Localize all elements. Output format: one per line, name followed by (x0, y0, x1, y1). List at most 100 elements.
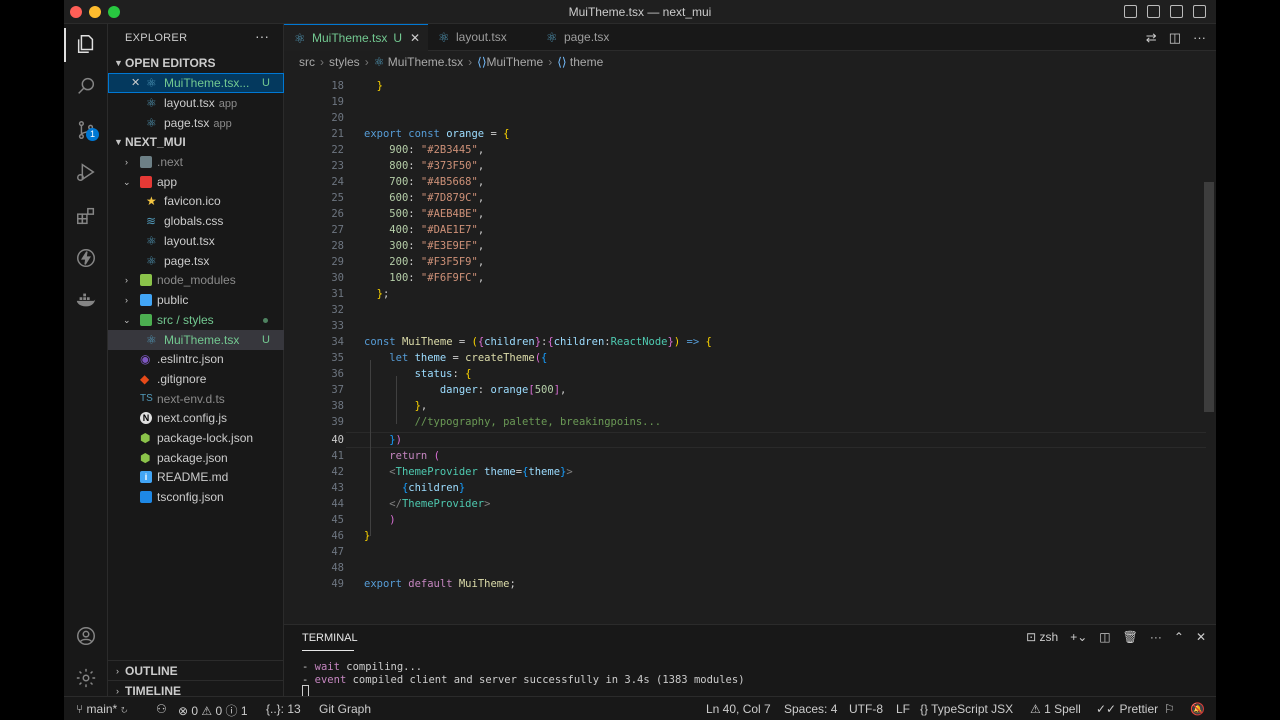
open-editor-item-muitheme[interactable]: ✕ ⚛ MuiTheme.tsx... U (108, 73, 284, 93)
tree-item-eslintrc[interactable]: ◉ .eslintrc.json (108, 349, 284, 369)
docker-icon[interactable] (72, 286, 100, 314)
run-debug-icon[interactable] (72, 158, 100, 186)
tab-muitheme[interactable]: ⚛ MuiTheme.tsx U ✕ (284, 24, 428, 51)
tree-item-package-json[interactable]: ⬢ package.json (108, 448, 284, 468)
editor-scrollbar[interactable] (1204, 182, 1214, 412)
breadcrumb-file[interactable]: MuiTheme.tsx (388, 55, 463, 69)
line-number-current: 40 (331, 434, 344, 446)
react-file-icon: ⚛ (146, 333, 157, 347)
tree-item-muitheme[interactable]: ⚛ MuiTheme.tsx U (108, 330, 284, 350)
tree-item-next-env[interactable]: TS next-env.d.ts (108, 389, 284, 409)
toggle-panel-icon[interactable] (1147, 5, 1160, 18)
outline-section[interactable]: › OUTLINE (108, 660, 284, 680)
line-number: 34 (331, 336, 344, 348)
code-editor[interactable]: 18 19 20 21 22 23 24 25 26 27 28 29 30 3… (284, 72, 1216, 624)
tree-item-app[interactable]: ⌄ app (108, 172, 284, 192)
breadcrumb-styles[interactable]: styles (329, 55, 360, 69)
open-changes-icon[interactable]: ⇄ (1146, 30, 1157, 46)
thunder-icon[interactable] (72, 244, 100, 272)
search-icon[interactable] (72, 72, 100, 100)
chevron-right-icon: › (116, 666, 119, 676)
toggle-secondary-sidebar-icon[interactable] (1170, 5, 1183, 18)
close-panel-icon[interactable]: ✕ (1196, 630, 1206, 644)
more-actions-icon[interactable]: ··· (1193, 30, 1206, 46)
prettier-status[interactable]: ✓✓ Prettier (1096, 702, 1158, 716)
tree-item-layout[interactable]: ⚛ layout.tsx (108, 231, 284, 251)
trash-icon[interactable]: 🗑 (1123, 630, 1138, 644)
branch-status[interactable]: ⑂ main* ↻ (76, 702, 128, 716)
split-terminal-icon[interactable]: ◫ (1099, 630, 1110, 644)
line-number: 33 (331, 320, 344, 332)
customize-layout-icon[interactable] (1193, 5, 1206, 18)
open-editor-item-page[interactable]: ⚛ page.tsx app (108, 113, 284, 133)
more-actions-icon[interactable]: ··· (1150, 630, 1162, 644)
tab-layout[interactable]: ⚛ layout.tsx (428, 24, 536, 51)
code-line: </ThemeProvider> (389, 498, 491, 510)
tree-item-public[interactable]: › public (108, 290, 284, 310)
untracked-badge: U (262, 334, 270, 346)
open-editors-section[interactable]: ▼ OPEN EDITORS (108, 53, 284, 73)
cursor-position[interactable]: Ln 40, Col 7 (706, 702, 771, 716)
line-number: 26 (331, 208, 344, 220)
close-tab-icon[interactable]: ✕ (410, 31, 420, 45)
eslint-file-icon: ◉ (140, 352, 151, 366)
tab-terminal[interactable]: TERMINAL (302, 632, 358, 644)
code-line: } (376, 80, 383, 92)
tree-item-src-styles[interactable]: ⌄ src / styles (108, 310, 284, 330)
encoding-status[interactable]: UTF-8 (849, 702, 883, 716)
tree-item-next-config[interactable]: N next.config.js (108, 408, 284, 428)
extensions-icon[interactable] (72, 202, 100, 230)
tree-item-globals-css[interactable]: ≋ globals.css (108, 211, 284, 231)
selector-status[interactable]: {..}: 13 (266, 702, 301, 716)
tree-item-label: README.md (157, 470, 229, 484)
close-editor-icon[interactable]: ✕ (131, 73, 140, 93)
line-number: 24 (331, 176, 344, 188)
tree-item-favicon[interactable]: ★ favicon.ico (108, 191, 284, 211)
tree-item-node-modules[interactable]: › node_modules (108, 270, 284, 290)
tree-item-gitignore[interactable]: ◆ .gitignore (108, 369, 284, 389)
active-tab-underline (302, 650, 354, 651)
tree-item-tsconfig[interactable]: tsconfig.json (108, 487, 284, 507)
tree-item-label: node_modules (157, 273, 236, 287)
line-number: 42 (331, 466, 344, 478)
terminal-shell-icon[interactable]: ⊡ zsh (1026, 630, 1058, 644)
new-terminal-icon[interactable]: +⌄ (1070, 630, 1087, 644)
open-editor-item-layout[interactable]: ⚛ layout.tsx app (108, 93, 284, 113)
settings-gear-icon[interactable] (72, 664, 100, 692)
language-mode[interactable]: {} TypeScript JSX (920, 702, 1013, 716)
explorer-more-button[interactable]: ··· (255, 28, 269, 44)
problems-status[interactable]: ⊗ 0 ⚠ 0 ⓘ 1 (178, 702, 248, 719)
chevron-right-icon: › (125, 157, 128, 167)
chevron-right-icon: › (548, 55, 553, 69)
account-icon[interactable] (72, 622, 100, 650)
spell-status[interactable]: ⚠ 1 Spell (1030, 702, 1081, 716)
tab-page[interactable]: ⚛ page.tsx (536, 24, 640, 51)
tree-item-label: .gitignore (157, 372, 207, 386)
eol-status[interactable]: LF (896, 702, 910, 716)
chevron-right-icon: › (125, 275, 128, 285)
tree-item-page[interactable]: ⚛ page.tsx (108, 251, 284, 271)
tree-item-package-lock[interactable]: ⬢ package-lock.json (108, 428, 284, 448)
tree-item-next[interactable]: › .next (108, 152, 284, 172)
untracked-badge: U (393, 31, 403, 45)
git-graph-button[interactable]: Git Graph (319, 702, 371, 716)
maximize-panel-icon[interactable]: ⌃ (1174, 630, 1184, 644)
terminal-panel: TERMINAL ⊡ zsh +⌄ ◫ 🗑 ··· ⌃ ✕ - wait com… (284, 624, 1216, 697)
open-editor-folder: app (218, 98, 238, 110)
notifications-icon[interactable]: 🔕 (1190, 702, 1205, 716)
split-editor-icon[interactable]: ◫ (1169, 30, 1181, 46)
breadcrumb-src[interactable]: src (299, 55, 315, 69)
breadcrumb-symbol[interactable]: MuiTheme (487, 55, 544, 69)
project-section[interactable]: ▼ NEXT_MUI (108, 132, 284, 152)
project-title: NEXT_MUI (125, 135, 186, 149)
indentation-status[interactable]: Spaces: 4 (784, 702, 837, 716)
tsconfig-file-icon (140, 491, 152, 503)
git-action-icon[interactable]: ⚇ (156, 702, 167, 716)
explorer-icon[interactable] (72, 30, 100, 58)
tree-item-readme[interactable]: i README.md (108, 467, 284, 487)
line-number: 44 (331, 498, 344, 510)
line-number: 22 (331, 144, 344, 156)
breadcrumb-variable[interactable]: theme (570, 55, 603, 69)
live-share-icon[interactable]: ⚐ (1164, 702, 1175, 716)
toggle-sidebar-icon[interactable] (1124, 5, 1137, 18)
